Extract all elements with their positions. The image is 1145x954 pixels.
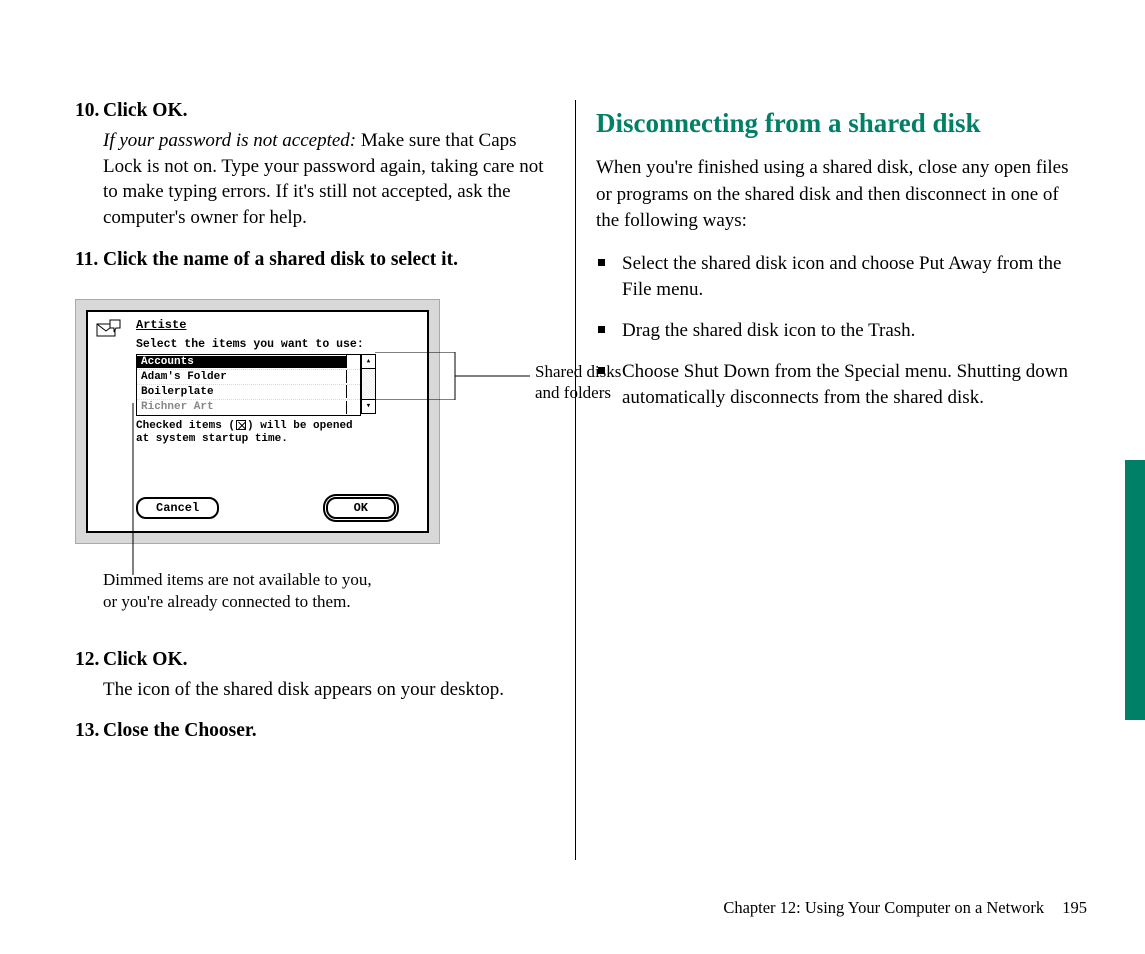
dialog-title: Artiste: [136, 318, 186, 332]
step-title: Click the name of a shared disk to selec…: [103, 249, 458, 270]
list-item-label: Accounts: [137, 356, 346, 368]
figure-wrap: Artiste Select the items you want to use…: [75, 299, 545, 559]
dialog-window: Artiste Select the items you want to use…: [86, 310, 429, 533]
list-item: Select the shared disk icon and choose P…: [596, 251, 1080, 304]
list-item-checkbox[interactable]: [346, 401, 360, 414]
list-item-label: Adam's Folder: [137, 371, 346, 383]
thumb-index-tab: [1125, 460, 1145, 720]
left-column: 10.Click OK. If your password is not acc…: [75, 100, 575, 860]
scroll-down-arrow[interactable]: ▾: [362, 399, 375, 413]
step-13-heading: 13.Close the Chooser.: [75, 720, 545, 742]
scroll-track[interactable]: [362, 369, 375, 399]
list-item: Drag the shared disk icon to the Trash.: [596, 318, 1080, 345]
dialog-instruction: Select the items you want to use:: [136, 338, 364, 351]
list-item[interactable]: Boilerplate: [137, 385, 360, 400]
step-title: Click OK.: [103, 649, 188, 670]
list-item-checkbox[interactable]: [346, 355, 360, 368]
chapter-label: Chapter 12: Using Your Computer on a Net…: [723, 898, 1044, 917]
step-number: 10.: [75, 100, 103, 122]
step-number: 11.: [75, 249, 103, 271]
intro-paragraph: When you're finished using a shared disk…: [596, 155, 1080, 235]
step-title: Close the Chooser.: [103, 720, 257, 741]
dialog-note: Checked items () will be opened at syste…: [136, 420, 366, 448]
checked-box-icon: [236, 420, 246, 430]
dialog-screenshot: Artiste Select the items you want to use…: [75, 299, 440, 544]
callout-line: Dimmed items are not available to you,: [103, 569, 423, 591]
section-heading: Disconnecting from a shared disk: [596, 108, 1080, 139]
list-item[interactable]: Adam's Folder: [137, 370, 360, 385]
appleshare-icon: [96, 318, 124, 340]
step-number: 13.: [75, 720, 103, 742]
dialog-buttons: Cancel OK: [136, 497, 396, 519]
step-11-heading: 11.Click the name of a shared disk to se…: [75, 249, 545, 271]
list-item-label: Boilerplate: [137, 386, 346, 398]
step-10-heading: 10.Click OK.: [75, 100, 545, 122]
page-footer: Chapter 12: Using Your Computer on a Net…: [723, 898, 1087, 918]
step-number: 12.: [75, 649, 103, 671]
page-number: 195: [1062, 898, 1087, 917]
right-column: Disconnecting from a shared disk When yo…: [575, 100, 1080, 860]
cancel-button[interactable]: Cancel: [136, 497, 219, 519]
list-item[interactable]: Richner Art: [137, 400, 360, 415]
scrollbar[interactable]: ▴ ▾: [361, 354, 376, 414]
scroll-up-arrow[interactable]: ▴: [362, 355, 375, 369]
list-item-label: Richner Art: [137, 401, 346, 413]
ok-button[interactable]: OK: [326, 497, 396, 519]
list-item-checkbox[interactable]: [346, 370, 360, 383]
step-10-body: If your password is not accepted: Make s…: [103, 128, 545, 231]
step-title: Click OK.: [103, 100, 188, 121]
note-pre: Checked items (: [136, 420, 235, 432]
step-12-body: The icon of the shared disk appears on y…: [103, 677, 545, 703]
bullet-list: Select the shared disk icon and choose P…: [596, 251, 1080, 412]
list-item-checkbox[interactable]: [346, 385, 360, 398]
dialog-item-list[interactable]: Accounts Adam's Folder Boilerplate: [136, 354, 361, 416]
callout-dimmed-items: Dimmed items are not available to you, o…: [103, 569, 423, 613]
list-item[interactable]: Accounts: [137, 355, 360, 370]
step-10-lead: If your password is not accepted:: [103, 130, 356, 151]
callout-line: or you're already connected to them.: [103, 591, 423, 613]
step-12-heading: 12.Click OK.: [75, 649, 545, 671]
list-item: Choose Shut Down from the Special menu. …: [596, 359, 1080, 412]
